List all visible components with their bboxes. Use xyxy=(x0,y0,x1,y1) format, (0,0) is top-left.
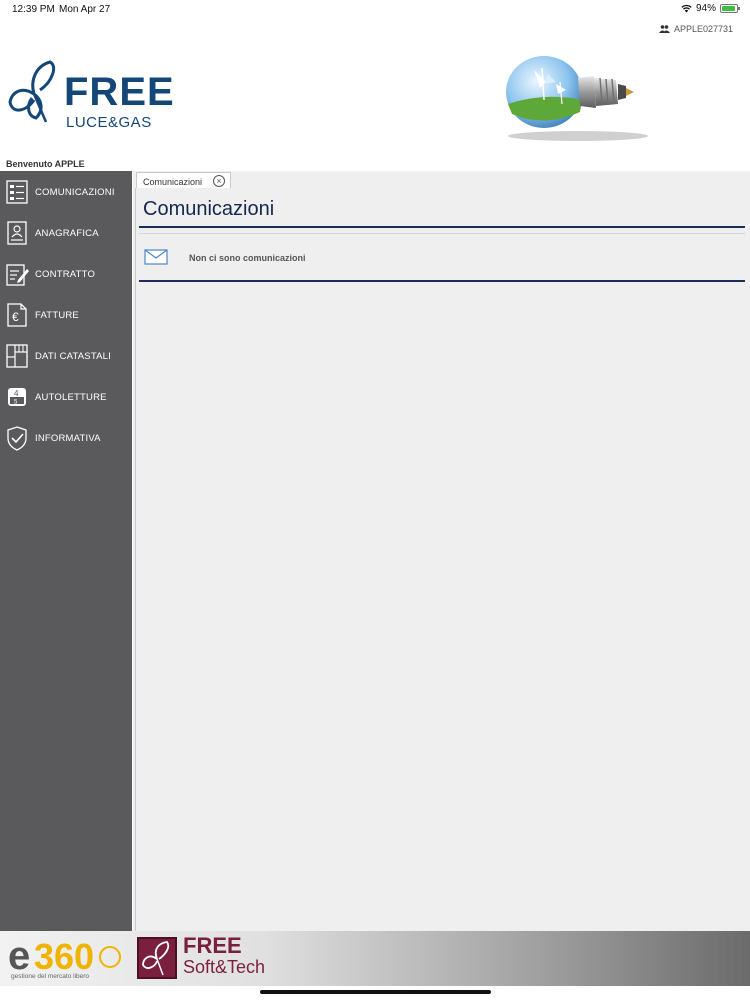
status-bar: 12:39 PM Mon Apr 27 94% xyxy=(0,0,750,18)
empty-message: Non ci sono comunicazioni xyxy=(189,253,306,263)
header: FREE LUCE&GAS xyxy=(0,40,750,170)
title-divider xyxy=(139,226,745,228)
cadastral-icon xyxy=(6,344,28,368)
page-title: Comunicazioni xyxy=(143,198,275,220)
e360-logo-graphic: e 360 xyxy=(8,934,121,978)
battery-percent: 94% xyxy=(695,3,716,14)
euro-invoice-icon: € xyxy=(7,303,27,327)
user-id: APPLE027731 xyxy=(658,24,733,34)
sidebar-item-comunicazioni[interactable]: COMUNICAZIONI xyxy=(0,173,132,211)
meter-reading-icon: 4 5 xyxy=(8,388,26,406)
sidebar-item-label: ANAGRAFICA xyxy=(35,227,99,239)
welcome-message: Benvenuto APPLE xyxy=(6,159,85,169)
home-indicator[interactable] xyxy=(260,990,491,994)
sidebar-item-fatture[interactable]: € FATTURE xyxy=(0,296,132,334)
logo-brand: FREE xyxy=(64,70,175,114)
contract-edit-icon xyxy=(6,264,29,286)
sidebar-item-label: COMUNICAZIONI xyxy=(35,186,115,198)
main-content: Comunicazioni × Comunicazioni Non ci son… xyxy=(133,171,750,931)
fst-subtitle: Soft&Tech xyxy=(183,957,266,977)
status-right: 94% xyxy=(681,3,740,14)
status-time: 12:39 PM xyxy=(12,4,55,15)
e360-logo: e 360 gestione del mercato libero xyxy=(8,934,128,983)
butterfly-icon xyxy=(8,60,56,123)
sidebar-item-label: INFORMATIVA xyxy=(35,432,101,444)
message-divider xyxy=(139,280,745,282)
status-date: Mon Apr 27 xyxy=(59,4,111,15)
document-list-icon xyxy=(6,180,28,204)
sidebar-item-label: DATI CATASTALI xyxy=(35,350,111,362)
tab-strip: Comunicazioni × xyxy=(133,171,750,189)
fst-title: FREE xyxy=(183,933,242,958)
shield-check-icon xyxy=(7,426,27,451)
envelope-icon xyxy=(144,249,168,265)
wifi-icon xyxy=(681,4,692,13)
users-icon xyxy=(658,25,670,33)
fst-butterfly-icon xyxy=(137,937,177,979)
empty-message-row: Non ci sono comunicazioni xyxy=(139,240,745,280)
tab-comunicazioni[interactable]: Comunicazioni × xyxy=(136,172,231,189)
id-card-icon xyxy=(7,221,27,245)
footer: e 360 gestione del mercato libero FREE S… xyxy=(0,931,750,986)
user-id-label: APPLE027731 xyxy=(673,24,733,34)
title-subdivider xyxy=(139,233,745,234)
tab-label: Comunicazioni xyxy=(143,177,203,187)
svg-text:€: € xyxy=(12,310,19,324)
close-tab-icon[interactable]: × xyxy=(213,175,225,187)
sidebar-item-contratto[interactable]: CONTRATTO xyxy=(0,255,132,293)
battery-icon xyxy=(720,4,740,13)
sidebar-item-dati-catastali[interactable]: DATI CATASTALI xyxy=(0,337,132,375)
e360-tagline: gestione del mercato libero xyxy=(11,973,90,980)
free-luce-gas-logo: FREE LUCE&GAS xyxy=(6,58,186,148)
content-panel: Comunicazioni Non ci sono comunicazioni xyxy=(135,188,748,931)
sidebar-item-anagrafica[interactable]: ANAGRAFICA xyxy=(0,214,132,252)
sidebar-item-informativa[interactable]: INFORMATIVA xyxy=(0,419,132,457)
sidebar-item-label: FATTURE xyxy=(35,309,79,321)
svg-text:4: 4 xyxy=(14,389,19,398)
sidebar: COMUNICAZIONI ANAGRAFICA CONTRATTO € FAT… xyxy=(0,171,132,931)
sidebar-item-label: CONTRATTO xyxy=(35,268,96,280)
light-bulb-image xyxy=(506,56,648,141)
svg-text:360: 360 xyxy=(34,936,94,975)
free-soft-tech-logo: FREE Soft&Tech xyxy=(137,933,297,981)
svg-text:e: e xyxy=(8,935,30,975)
logo-subtitle: LUCE&GAS xyxy=(66,114,152,131)
sidebar-item-autoletture[interactable]: 4 5 AUTOLETTURE xyxy=(0,378,132,416)
sidebar-item-label: AUTOLETTURE xyxy=(35,391,107,403)
